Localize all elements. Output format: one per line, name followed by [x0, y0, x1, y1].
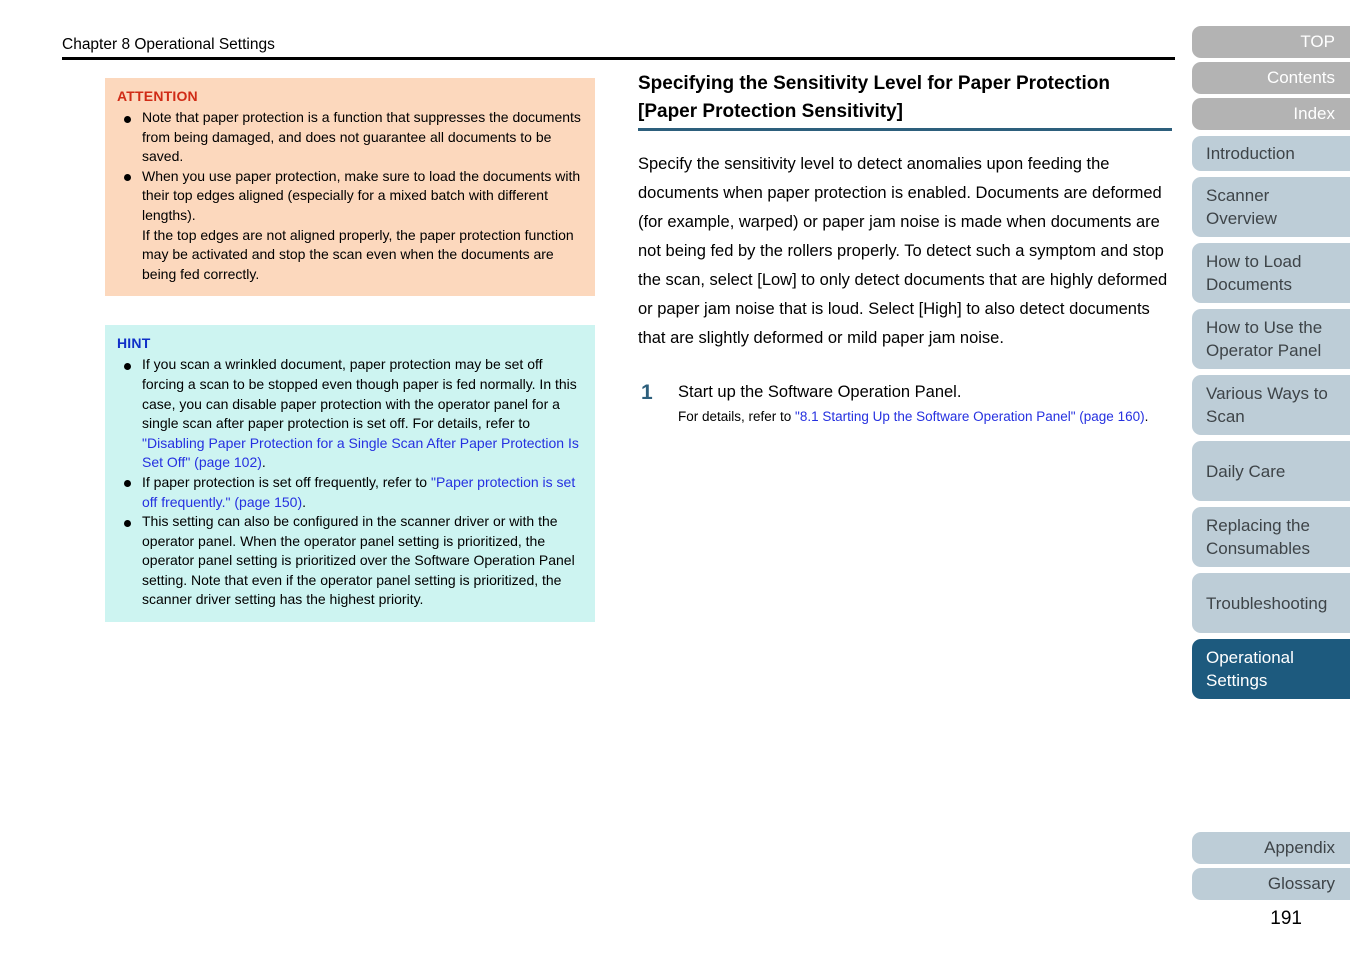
- hint-item-text-tail: .: [261, 454, 266, 471]
- page-header: Chapter 8 Operational Settings: [62, 36, 1175, 60]
- sidebar-item-replacing-the-consumables[interactable]: Replacing the Consumables: [1192, 507, 1350, 567]
- header-divider: [62, 57, 1175, 60]
- attention-label: ATTENTION: [117, 88, 198, 104]
- attention-list: Note that paper protection is a function…: [117, 108, 583, 284]
- list-item: If paper protection is set off frequentl…: [117, 473, 583, 512]
- step-cross-reference-link[interactable]: "8.1 Starting Up the Software Operation …: [795, 409, 1145, 424]
- side-navigation: TOP Contents Index Introduction Scanner …: [1192, 26, 1350, 703]
- list-item: When you use paper protection, make sure…: [117, 167, 583, 285]
- steps-list: 1 Start up the Software Operation Panel.…: [638, 380, 1172, 426]
- step-title: Start up the Software Operation Panel.: [678, 383, 962, 401]
- hint-item-text: If you scan a wrinkled document, paper p…: [142, 356, 577, 432]
- attention-item-text: Note that paper protection is a function…: [142, 109, 581, 165]
- sidebar-item-how-to-load-documents[interactable]: How to Load Documents: [1192, 243, 1350, 303]
- sidebar-item-various-ways-to-scan[interactable]: Various Ways to Scan: [1192, 375, 1350, 435]
- sidebar-item-top[interactable]: TOP: [1192, 26, 1350, 58]
- side-navigation-bottom: Appendix Glossary: [1192, 832, 1350, 904]
- sidebar-item-operational-settings[interactable]: Operational Settings: [1192, 639, 1350, 699]
- step-detail-suffix: .: [1144, 409, 1149, 424]
- attention-item-text: When you use paper protection, make sure…: [142, 167, 581, 223]
- hint-callout: HINT If you scan a wrinkled document, pa…: [105, 325, 595, 623]
- step-number: 1: [641, 381, 653, 404]
- main-column: Specifying the Sensitivity Level for Pap…: [638, 70, 1172, 426]
- sidebar-item-scanner-overview[interactable]: Scanner Overview: [1192, 177, 1350, 237]
- hint-item-text: If paper protection is set off frequentl…: [142, 473, 431, 490]
- page-title: Specifying the Sensitivity Level for Pap…: [638, 70, 1172, 131]
- list-item: If you scan a wrinkled document, paper p…: [117, 355, 583, 473]
- hint-label: HINT: [117, 335, 151, 352]
- sidebar-item-glossary[interactable]: Glossary: [1192, 868, 1350, 900]
- section-heading-line2: [Paper Protection Sensitivity]: [638, 100, 904, 122]
- attention-item-subtext: If the top edges are not aligned properl…: [142, 226, 574, 282]
- list-item: This setting can also be configured in t…: [117, 512, 583, 610]
- hint-item-text: This setting can also be configured in t…: [142, 513, 575, 608]
- sidebar-item-index[interactable]: Index: [1192, 98, 1350, 130]
- step-item: 1 Start up the Software Operation Panel.…: [638, 380, 1172, 426]
- sidebar-item-introduction[interactable]: Introduction: [1192, 136, 1350, 171]
- chapter-title: Chapter 8 Operational Settings: [62, 36, 275, 53]
- hint-list: If you scan a wrinkled document, paper p…: [117, 355, 583, 610]
- hint-item-text-tail: .: [302, 493, 307, 510]
- section-heading-line1: Specifying the Sensitivity Level for Pap…: [638, 73, 1110, 94]
- sidebar-item-appendix[interactable]: Appendix: [1192, 832, 1350, 864]
- section-body-text: Specify the sensitivity level to detect …: [638, 155, 1168, 347]
- page-number: 191: [1270, 908, 1302, 929]
- sidebar-item-daily-care[interactable]: Daily Care: [1192, 441, 1350, 501]
- sidebar-item-how-to-use-the-operator-panel[interactable]: How to Use the Operator Panel: [1192, 309, 1350, 369]
- sidebar-item-contents[interactable]: Contents: [1192, 62, 1350, 94]
- step-detail: For details, refer to "8.1 Starting Up t…: [678, 407, 1172, 426]
- step-detail-prefix: For details, refer to: [678, 409, 796, 424]
- hint-cross-reference-link[interactable]: "Disabling Paper Protection for a Single…: [142, 435, 579, 471]
- attention-callout: ATTENTION Note that paper protection is …: [105, 78, 595, 297]
- list-item: Note that paper protection is a function…: [117, 108, 583, 167]
- left-column: ATTENTION Note that paper protection is …: [105, 78, 595, 623]
- sidebar-item-troubleshooting[interactable]: Troubleshooting: [1192, 573, 1350, 633]
